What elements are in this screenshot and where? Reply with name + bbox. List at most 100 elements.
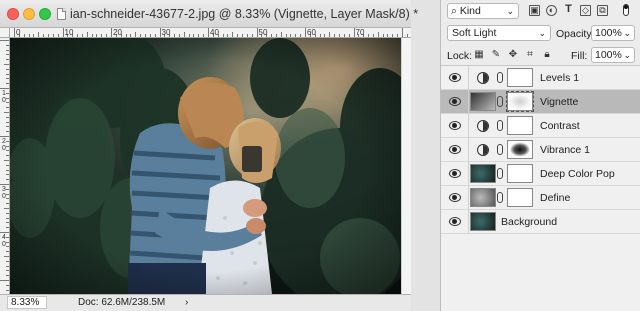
- adjustment-filter-icon[interactable]: ◐: [546, 5, 557, 16]
- opacity-label: Opacity:: [556, 28, 595, 40]
- lock-artboard-icon[interactable]: ⌗: [525, 50, 535, 60]
- status-bar: 8.33% Doc: 62.6M/238.5M ›: [0, 294, 411, 311]
- layer-name: Background: [501, 216, 558, 228]
- ruler-tick: [382, 34, 384, 37]
- layer-row[interactable]: Define: [441, 186, 640, 210]
- visibility-eye-icon[interactable]: [449, 145, 461, 154]
- shape-filter-icon[interactable]: ◇: [580, 5, 591, 16]
- zoom-input[interactable]: 8.33%: [7, 296, 47, 309]
- link-chain-icon[interactable]: [497, 168, 503, 179]
- ruler-tick: [149, 34, 151, 37]
- layer-mask-thumbnail[interactable]: [507, 116, 533, 135]
- minimize-window-button[interactable]: [23, 8, 35, 20]
- chevron-down-icon: ⌄: [506, 6, 514, 16]
- ruler-tick: [319, 34, 321, 37]
- ruler-tick: [329, 32, 331, 37]
- ruler-tick: [188, 34, 190, 37]
- ruler-tick: [47, 34, 49, 37]
- ruler-label: 2 0: [2, 138, 6, 152]
- layer-thumbnail[interactable]: [470, 188, 496, 207]
- status-menu-arrow-icon[interactable]: ›: [185, 297, 188, 308]
- layers-panel: ⌕ Kind ⌄ ▣ ◐ T ◇ ⧉ Soft Light ⌄ Opacity:…: [440, 0, 640, 311]
- opacity-value: 100%: [595, 27, 622, 39]
- close-window-button[interactable]: [7, 8, 19, 20]
- visibility-eye-icon[interactable]: [449, 193, 461, 202]
- filter-kind-select[interactable]: ⌕ Kind ⌄: [447, 3, 519, 19]
- layer-name: Contrast: [540, 120, 580, 132]
- layer-mask-thumbnail[interactable]: [507, 140, 533, 159]
- visibility-eye-icon[interactable]: [449, 73, 461, 82]
- visibility-eye-icon[interactable]: [449, 121, 461, 130]
- blend-row: Soft Light ⌄ Opacity: 100% ⌄: [441, 22, 640, 44]
- lock-pixels-brush-icon[interactable]: ✎: [491, 50, 501, 60]
- layer-mask-thumbnail[interactable]: [507, 68, 533, 87]
- ruler-label: 60: [307, 28, 316, 37]
- vertical-ruler[interactable]: 1 0 2 0 3 0 4 0: [0, 38, 10, 294]
- document-titlebar[interactable]: ian-schneider-43677-2.jpg @ 8.33% (Vigne…: [0, 0, 418, 28]
- ruler-label: 3 0: [2, 186, 6, 200]
- chevron-down-icon: ⌄: [623, 28, 631, 38]
- ruler-origin[interactable]: [0, 28, 10, 38]
- opacity-input[interactable]: 100% ⌄: [591, 25, 635, 41]
- row-divider: [468, 138, 469, 162]
- ruler-tick: [193, 34, 195, 37]
- maximize-window-button[interactable]: [39, 8, 51, 20]
- adjustment-layer-icon: [477, 144, 489, 156]
- layer-thumbnail[interactable]: [470, 212, 496, 231]
- ruler-tick: [140, 34, 142, 37]
- layer-name: Define: [540, 192, 571, 204]
- layer-row[interactable]: Vignette: [441, 90, 640, 114]
- layer-mask-thumbnail[interactable]: [507, 188, 533, 207]
- blend-mode-select[interactable]: Soft Light ⌄: [447, 25, 551, 41]
- image-canvas[interactable]: [10, 38, 401, 294]
- layer-row[interactable]: Background: [441, 210, 640, 234]
- type-filter-icon[interactable]: T: [563, 4, 574, 16]
- layer-row[interactable]: Deep Color Pop: [441, 162, 640, 186]
- layer-row[interactable]: Contrast: [441, 114, 640, 138]
- layer-thumbnail[interactable]: [470, 92, 496, 111]
- link-chain-icon[interactable]: [497, 96, 503, 107]
- ruler-tick: [6, 131, 9, 133]
- ruler-tick: [6, 174, 9, 176]
- fill-input[interactable]: 100% ⌄: [591, 47, 635, 63]
- document-title: ian-schneider-43677-2.jpg @ 8.33% (Vigne…: [70, 7, 419, 21]
- chevron-down-icon: ⌄: [538, 28, 546, 38]
- ruler-tick: [130, 34, 132, 37]
- ruler-tick: [208, 28, 209, 37]
- link-chain-icon[interactable]: [497, 120, 503, 131]
- visibility-eye-icon[interactable]: [449, 97, 461, 106]
- ruler-tick: [6, 155, 9, 157]
- filter-toggle[interactable]: [623, 4, 629, 16]
- layer-thumbnail[interactable]: [470, 164, 496, 183]
- smart-object-filter-icon[interactable]: ⧉: [597, 5, 608, 16]
- ruler-tick: [0, 136, 9, 137]
- row-divider: [468, 114, 469, 138]
- ruler-tick: [144, 34, 146, 37]
- horizontal-ruler[interactable]: 0 10 20 30 40 50 60 70: [10, 28, 411, 38]
- layer-row[interactable]: Vibrance 1: [441, 138, 640, 162]
- vertical-scrollbar[interactable]: [401, 38, 411, 294]
- ruler-tick: [256, 28, 258, 37]
- lock-position-move-icon[interactable]: ✥: [508, 50, 518, 60]
- ruler-tick: [6, 179, 9, 181]
- ruler-tick: [183, 32, 185, 37]
- link-chain-icon[interactable]: [497, 192, 503, 203]
- visibility-eye-icon[interactable]: [449, 217, 461, 226]
- ruler-tick: [174, 34, 175, 37]
- ruler-tick: [62, 28, 64, 37]
- link-chain-icon[interactable]: [497, 144, 503, 155]
- lock-transparency-icon[interactable]: ▦: [474, 50, 484, 60]
- link-chain-icon[interactable]: [497, 72, 503, 83]
- layer-row[interactable]: Levels 1: [441, 66, 640, 90]
- ruler-tick: [106, 34, 108, 37]
- ruler-tick: [285, 34, 287, 37]
- ruler-tick: [111, 28, 112, 37]
- layer-mask-thumbnail[interactable]: [507, 164, 533, 183]
- ruler-tick: [6, 59, 9, 61]
- ruler-tick: [280, 32, 282, 37]
- ruler-tick: [57, 34, 59, 37]
- layer-mask-thumbnail[interactable]: [506, 91, 534, 112]
- lock-all-icon[interactable]: 🔒︎: [542, 50, 552, 60]
- image-filter-icon[interactable]: ▣: [529, 5, 540, 16]
- visibility-eye-icon[interactable]: [449, 169, 461, 178]
